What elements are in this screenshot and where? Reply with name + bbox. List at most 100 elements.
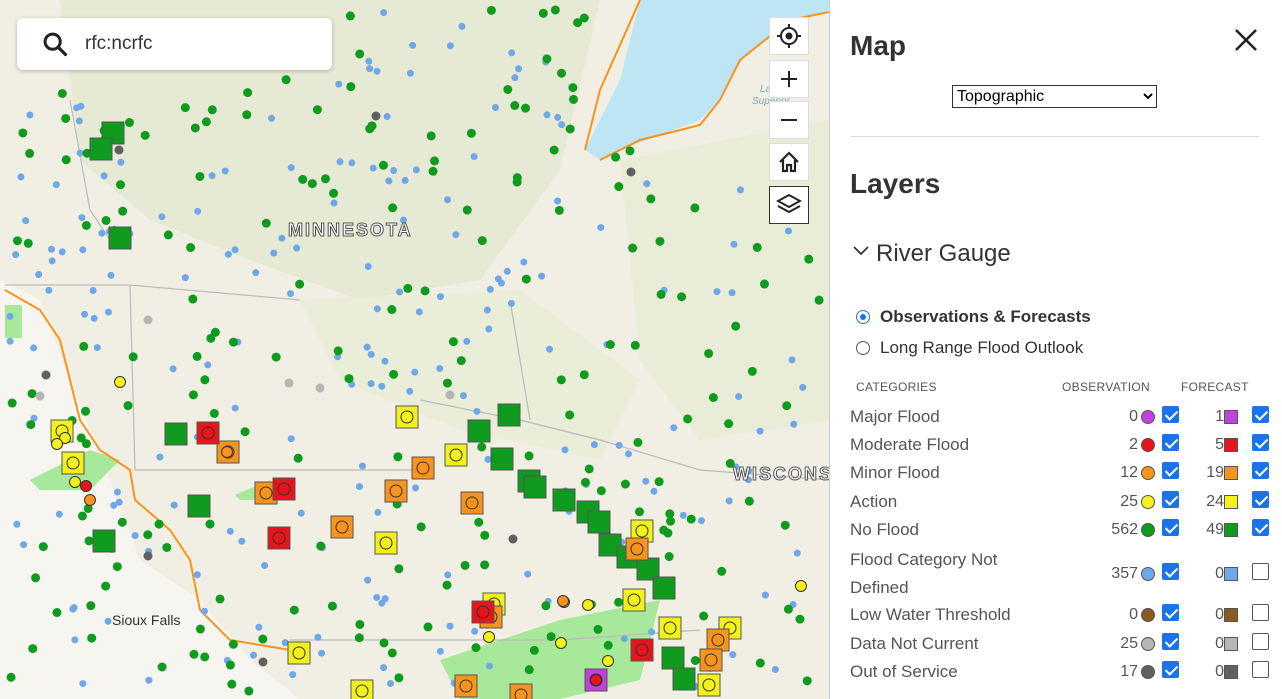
gauge-marker-no-flood[interactable] bbox=[387, 305, 397, 315]
forecast-marker-action-inner[interactable] bbox=[66, 456, 80, 470]
gauge-marker-no-flood[interactable] bbox=[345, 11, 355, 21]
gauge-marker-undefined[interactable] bbox=[181, 274, 189, 282]
gauge-marker-no-flood[interactable] bbox=[625, 146, 635, 156]
gauge-marker-undefined[interactable] bbox=[93, 344, 101, 352]
gauge-marker-undefined[interactable] bbox=[318, 649, 326, 657]
gauge-marker-undefined[interactable] bbox=[412, 484, 420, 492]
forecast-checkbox[interactable] bbox=[1252, 462, 1269, 479]
gauge-marker-undefined[interactable] bbox=[13, 520, 21, 528]
forecast-marker-action-inner[interactable] bbox=[379, 536, 393, 550]
gauge-marker-undefined[interactable] bbox=[415, 308, 423, 316]
gauge-marker-no-flood[interactable] bbox=[628, 243, 638, 253]
gauge-marker-no-flood[interactable] bbox=[802, 676, 812, 686]
gauge-marker-no-flood[interactable] bbox=[690, 203, 700, 213]
forecast-marker-action-inner[interactable] bbox=[627, 593, 641, 607]
forecast-checkbox[interactable] bbox=[1252, 604, 1269, 621]
gauge-marker-no-flood[interactable] bbox=[524, 665, 534, 675]
gauge-marker-undefined[interactable] bbox=[590, 441, 598, 449]
gauge-marker-no-flood[interactable] bbox=[486, 5, 496, 15]
gauge-marker-no-flood[interactable] bbox=[744, 496, 754, 506]
gauge-marker-undefined[interactable] bbox=[6, 312, 14, 320]
gauge-marker-undefined[interactable] bbox=[520, 258, 528, 266]
gauge-marker-undefined[interactable] bbox=[444, 196, 452, 204]
gauge-marker-no-flood[interactable] bbox=[520, 103, 530, 113]
gauge-marker-undefined[interactable] bbox=[485, 325, 493, 333]
gauge-marker-no-flood[interactable] bbox=[620, 479, 630, 489]
gauge-marker-undefined[interactable] bbox=[624, 450, 632, 458]
gauge-marker-no-flood[interactable] bbox=[724, 419, 734, 429]
gauge-marker-undefined[interactable] bbox=[17, 173, 25, 181]
gauge-marker-undefined[interactable] bbox=[725, 497, 733, 505]
gauge-marker-no-flood[interactable] bbox=[603, 640, 613, 650]
forecast-marker-no-flood[interactable] bbox=[652, 576, 676, 600]
gauge-marker-undefined[interactable] bbox=[670, 424, 678, 432]
gauge-marker-no-flood[interactable] bbox=[579, 370, 589, 380]
gauge-marker-no-flood[interactable] bbox=[333, 346, 343, 356]
gauge-marker-no-flood[interactable] bbox=[683, 414, 693, 424]
gauge-marker-undefined[interactable] bbox=[69, 605, 77, 613]
gauge-marker-undefined[interactable] bbox=[358, 462, 366, 470]
forecast-marker-minor-inner[interactable] bbox=[335, 520, 349, 534]
gauge-marker-undefined[interactable] bbox=[799, 383, 807, 391]
gauge-marker-undefined[interactable] bbox=[365, 57, 373, 65]
gauge-marker-undefined[interactable] bbox=[117, 158, 125, 166]
gauge-marker-undefined[interactable] bbox=[507, 299, 515, 307]
gauge-marker-undefined[interactable] bbox=[554, 113, 562, 121]
gauge-marker-undefined[interactable] bbox=[471, 627, 479, 635]
gauge-marker-no-flood[interactable] bbox=[795, 614, 805, 624]
home-button[interactable] bbox=[769, 143, 809, 181]
forecast-marker-no-flood[interactable] bbox=[497, 403, 521, 427]
gauge-marker-no-flood[interactable] bbox=[13, 236, 23, 246]
gauge-marker-no-flood[interactable] bbox=[101, 581, 111, 591]
gauge-marker-undefined[interactable] bbox=[620, 635, 628, 643]
gauge-marker-undefined[interactable] bbox=[115, 498, 123, 506]
gauge-marker-undefined[interactable] bbox=[355, 483, 363, 491]
gauge-marker-no-flood[interactable] bbox=[186, 243, 196, 253]
basemap-select[interactable]: Topographic bbox=[952, 85, 1157, 108]
gauge-marker-no-flood[interactable] bbox=[242, 110, 252, 120]
gauge-marker-no-flood[interactable] bbox=[240, 427, 250, 437]
gauge-marker-no-flood[interactable] bbox=[466, 128, 476, 138]
forecast-marker-action-inner[interactable] bbox=[292, 646, 306, 660]
gauge-marker-no-flood[interactable] bbox=[704, 348, 714, 358]
gauge-marker-no-flood[interactable] bbox=[293, 453, 303, 463]
gauge-marker-undefined[interactable] bbox=[208, 172, 216, 180]
gauge-marker-no-flood[interactable] bbox=[752, 242, 762, 252]
gauge-marker-out-of-service[interactable] bbox=[508, 534, 518, 544]
gauge-marker-undefined[interactable] bbox=[35, 271, 43, 279]
gauge-marker-no-flood[interactable] bbox=[38, 542, 48, 552]
gauge-marker-undefined[interactable] bbox=[297, 509, 305, 517]
gauge-marker-undefined[interactable] bbox=[771, 666, 779, 674]
gauge-marker-undefined[interactable] bbox=[436, 364, 444, 372]
gauge-marker-undefined[interactable] bbox=[401, 176, 409, 184]
gauge-marker-undefined[interactable] bbox=[6, 337, 14, 345]
gauge-marker-data-not-current[interactable] bbox=[143, 315, 153, 325]
gauge-marker-undefined[interactable] bbox=[396, 288, 404, 296]
gauge-marker-undefined[interactable] bbox=[252, 269, 260, 277]
forecast-marker-no-flood[interactable] bbox=[672, 667, 696, 691]
gauge-marker-undefined[interactable] bbox=[446, 42, 454, 50]
gauge-marker-undefined[interactable] bbox=[81, 310, 89, 318]
gauge-marker-no-flood[interactable] bbox=[27, 389, 37, 399]
gauge-marker-undefined[interactable] bbox=[470, 152, 478, 160]
gauge-marker-no-flood[interactable] bbox=[699, 611, 709, 621]
gauge-marker-undefined[interactable] bbox=[503, 267, 511, 275]
gauge-marker-undefined[interactable] bbox=[156, 453, 164, 461]
radio-long-range-flood-outlook[interactable] bbox=[856, 341, 870, 355]
gauge-marker-no-flood[interactable] bbox=[354, 633, 364, 643]
gauge-marker-undefined[interactable] bbox=[104, 617, 112, 625]
gauge-marker-no-flood[interactable] bbox=[228, 639, 238, 649]
gauge-markers[interactable] bbox=[0, 0, 829, 699]
gauge-marker-undefined[interactable] bbox=[364, 262, 372, 270]
gauge-marker-undefined[interactable] bbox=[73, 104, 81, 112]
gauge-marker-undefined[interactable] bbox=[278, 234, 286, 242]
forecast-marker-action-inner[interactable] bbox=[635, 524, 649, 538]
gauge-marker-no-flood[interactable] bbox=[327, 601, 337, 611]
gauge-marker-undefined[interactable] bbox=[170, 501, 178, 509]
forecast-marker-no-flood[interactable] bbox=[661, 646, 685, 670]
gauge-marker-undefined[interactable] bbox=[729, 651, 737, 659]
gauge-marker-no-flood[interactable] bbox=[635, 507, 645, 517]
gauge-marker-no-flood[interactable] bbox=[312, 105, 322, 115]
gauge-marker-no-flood[interactable] bbox=[84, 536, 94, 546]
gauge-marker-no-flood[interactable] bbox=[81, 406, 91, 416]
